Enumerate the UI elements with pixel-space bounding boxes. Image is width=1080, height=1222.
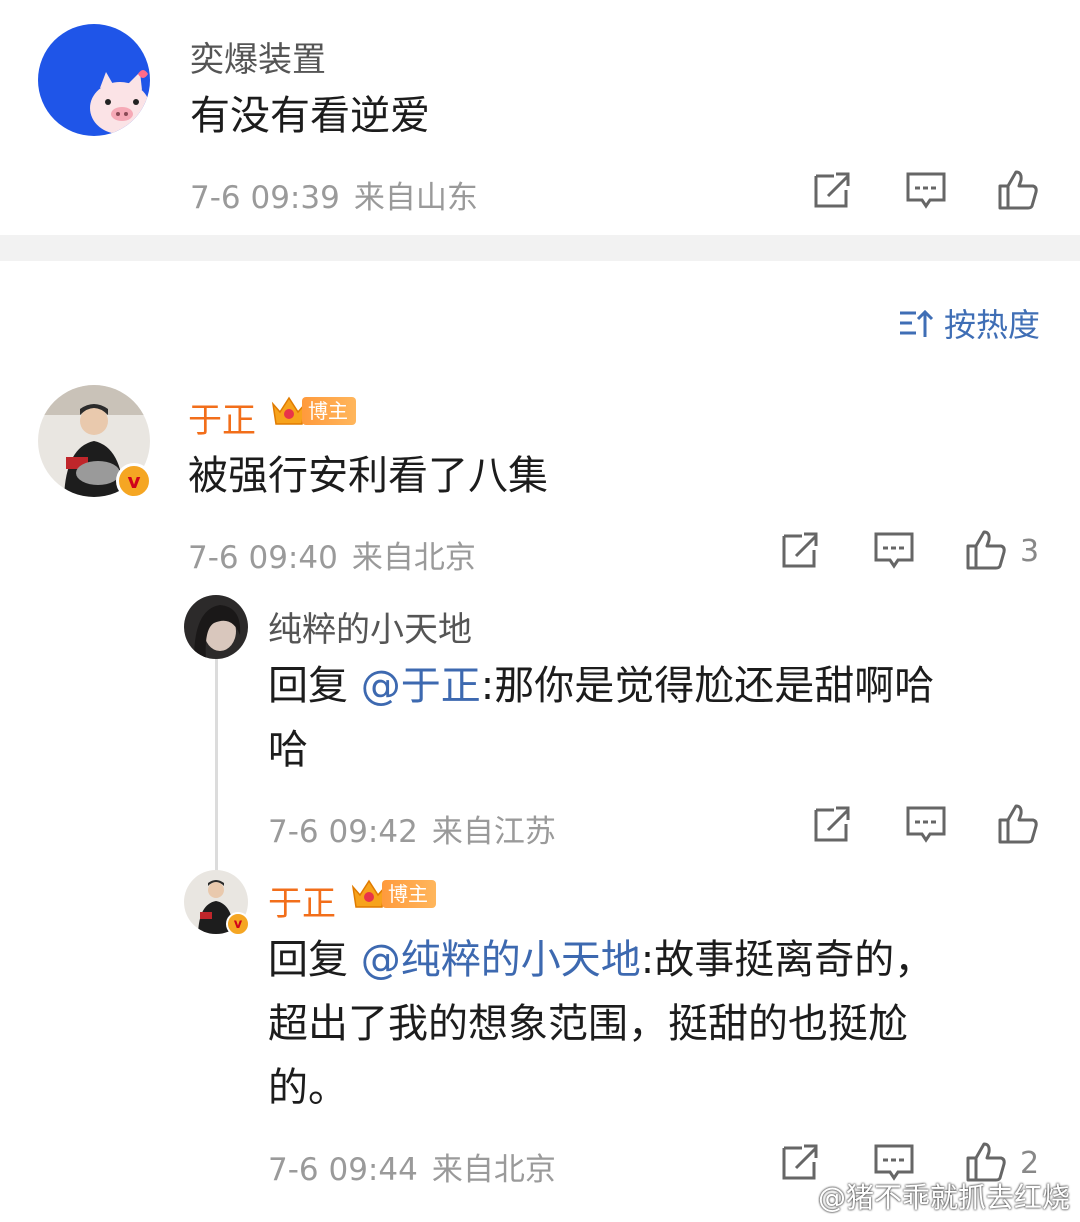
reply-text: 回复 @于正:那你是觉得尬还是甜啊哈 哈 xyxy=(268,654,1028,782)
comment-location: 来自山东 xyxy=(353,180,478,216)
like-count: 3 xyxy=(1020,534,1040,569)
reply-text-line1: :故事挺离奇的， xyxy=(640,937,935,983)
sort-label: 按热度 xyxy=(943,306,1040,344)
watermark: @猪不乖就抓去红烧 xyxy=(778,1176,1070,1216)
comment-time: 7-6 09:40 xyxy=(188,540,338,576)
share-button[interactable] xyxy=(810,802,854,846)
reply-meta: 7-6 09:42 来自江苏 xyxy=(268,806,556,851)
comment-location: 来自北京 xyxy=(351,540,476,576)
comment-meta: 7-6 09:40 来自北京 xyxy=(188,532,476,577)
reply-text-line2: 哈 xyxy=(268,727,308,773)
like-button[interactable] xyxy=(964,528,1008,572)
thread-line xyxy=(215,655,218,873)
section-divider xyxy=(0,235,1080,261)
like-button[interactable] xyxy=(996,802,1040,846)
blogger-badge: 博主 xyxy=(350,877,436,911)
replier-name[interactable]: 于正 xyxy=(268,876,336,925)
like-button[interactable] xyxy=(996,168,1040,212)
like-icon xyxy=(998,804,1038,844)
reply-time: 7-6 09:42 xyxy=(268,814,418,850)
girl-avatar-icon xyxy=(194,605,241,659)
sort-by-hot-button[interactable]: 按热度 xyxy=(898,300,1040,346)
badge-label: 博主 xyxy=(302,397,356,425)
reply-time: 7-6 09:44 xyxy=(268,1152,418,1188)
reply-location: 来自江苏 xyxy=(431,814,556,850)
sort-icon xyxy=(899,309,934,337)
comment-icon xyxy=(906,172,946,209)
comment-button[interactable] xyxy=(904,802,948,846)
watermark-text: @猪不乖就抓去红烧 xyxy=(817,1181,1070,1214)
comment-text: 被强行安利看了八集 xyxy=(188,453,548,499)
share-icon xyxy=(814,172,850,208)
comment-text: 有没有看逆爱 xyxy=(190,93,430,139)
reply-text: 回复 @纯粹的小天地:故事挺离奇的， 超出了我的想象范围，挺甜的也挺尬 的。 xyxy=(268,928,1038,1120)
like-icon xyxy=(998,170,1038,210)
badge-label: 博主 xyxy=(382,880,436,908)
verified-icon: v xyxy=(226,912,250,936)
reply-meta: 7-6 09:44 来自北京 xyxy=(268,1144,556,1189)
avatar[interactable] xyxy=(184,595,248,659)
comment-meta: 7-6 09:39 来自山东 xyxy=(190,172,478,217)
reply-location: 来自北京 xyxy=(431,1152,556,1188)
comment-button[interactable] xyxy=(904,168,948,212)
mention-link[interactable]: @于正 xyxy=(361,663,481,709)
comment-icon xyxy=(874,532,914,569)
avatar[interactable] xyxy=(38,24,150,136)
mention-link[interactable]: @纯粹的小天地 xyxy=(361,937,641,983)
pig-avatar-icon xyxy=(90,70,150,134)
share-icon xyxy=(782,532,818,568)
blogger-badge: 博主 xyxy=(270,394,356,428)
share-button[interactable] xyxy=(778,528,822,572)
like-icon xyxy=(966,530,1006,570)
reply-text-line3: 的。 xyxy=(268,1065,348,1111)
reply-prefix: 回复 xyxy=(268,937,361,983)
weibo-logo-icon xyxy=(778,1183,812,1210)
commenter-name[interactable]: 奕爆装置 xyxy=(190,32,326,81)
comment-icon xyxy=(906,806,946,843)
comment-button[interactable] xyxy=(872,528,916,572)
reply-prefix: 回复 xyxy=(268,663,361,709)
share-icon xyxy=(814,806,850,842)
share-button[interactable] xyxy=(810,168,854,212)
reply-text-line2: 超出了我的想象范围，挺甜的也挺尬 xyxy=(268,1001,908,1047)
verified-icon: v xyxy=(116,463,152,499)
comment-time: 7-6 09:39 xyxy=(190,180,340,216)
replier-name[interactable]: 纯粹的小天地 xyxy=(268,602,472,651)
commenter-name[interactable]: 于正 xyxy=(188,393,256,442)
reply-text-line1: :那你是觉得尬还是甜啊哈 xyxy=(480,663,935,709)
